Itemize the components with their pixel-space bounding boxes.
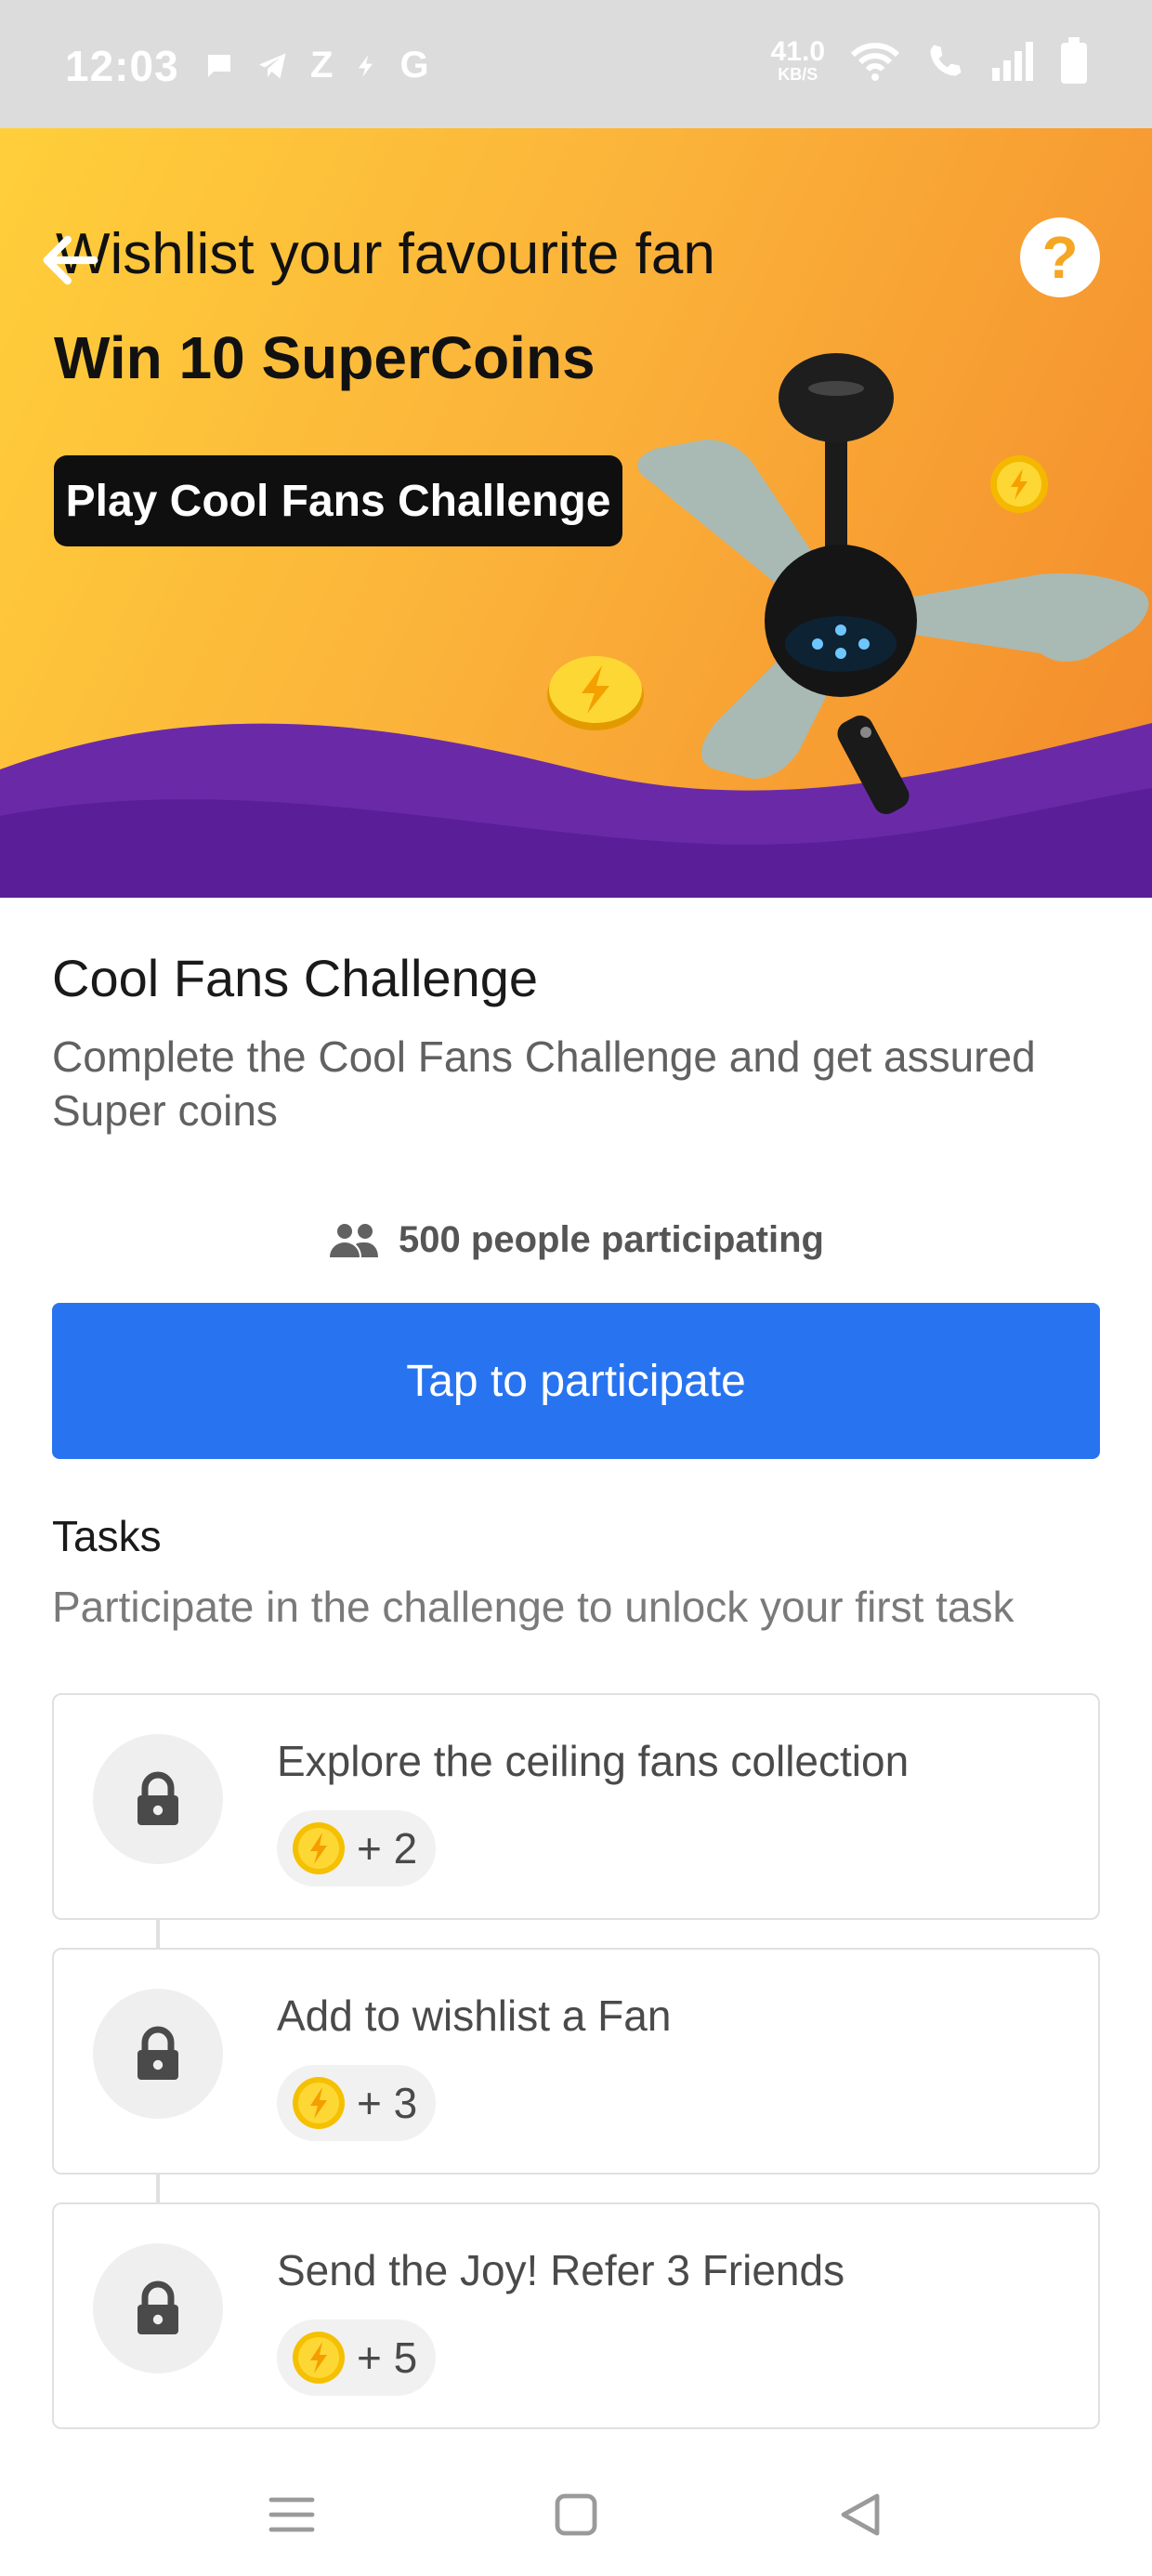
supercoin-icon <box>293 2077 345 2129</box>
ceiling-fan-illustration <box>637 353 1149 815</box>
status-indicators: 41.0 KB/S <box>771 37 1087 84</box>
banner-subheadline: Win 10 SuperCoins <box>54 324 596 391</box>
participants-count: 500 people participating <box>0 1219 1152 1261</box>
lock-badge <box>93 1734 223 1864</box>
task-title: Send the Joy! Refer 3 Friends <box>277 2246 845 2294</box>
battery-icon <box>1061 37 1087 84</box>
supercoin-decoration-large <box>547 656 644 730</box>
network-speed-unit: KB/S <box>778 65 818 84</box>
task-title: Add to wishlist a Fan <box>277 1991 672 2040</box>
status-app-icons: Z G <box>203 45 429 86</box>
help-button[interactable]: ? <box>1020 217 1100 297</box>
status-bar: 12:03 Z G 41.0 KB/S <box>0 0 1152 128</box>
back-arrow-icon <box>43 235 98 285</box>
challenge-title: Cool Fans Challenge <box>52 949 538 1007</box>
wifi-call-icon <box>930 45 962 76</box>
play-challenge-button[interactable]: Play Cool Fans Challenge <box>54 455 622 546</box>
help-icon: ? <box>1041 224 1079 291</box>
task-card-explore[interactable]: Explore the ceiling fans collection + 2 <box>52 1693 1100 1920</box>
signal-icon <box>992 42 1033 81</box>
telegram-icon <box>259 53 286 78</box>
wifi-icon <box>850 43 900 81</box>
lock-icon <box>137 2026 178 2080</box>
lock-icon <box>137 1771 178 1825</box>
reward-value: + 2 <box>357 1824 418 1873</box>
supercoin-icon <box>293 2332 345 2384</box>
participants-text: 500 people participating <box>399 1219 824 1260</box>
tasks-subheading: Participate in the challenge to unlock y… <box>52 1583 1015 1631</box>
chat-icon <box>208 54 230 77</box>
lock-badge <box>93 1989 223 2119</box>
participate-button[interactable]: Tap to participate <box>52 1303 1100 1459</box>
task-title: Explore the ceiling fans collection <box>277 1737 910 1785</box>
home-icon[interactable] <box>548 2487 604 2543</box>
status-time: 12:03 <box>65 42 179 90</box>
menu-icon[interactable] <box>264 2487 320 2543</box>
task-connector <box>156 2171 160 2202</box>
reward-badge: + 5 <box>277 2320 437 2396</box>
tasks-heading: Tasks <box>52 1512 162 1560</box>
back-button[interactable] <box>35 225 106 296</box>
reward-value: + 3 <box>357 2079 418 2127</box>
reward-badge: + 2 <box>277 1810 437 1886</box>
task-card-refer[interactable]: Send the Joy! Refer 3 Friends + 5 <box>52 2202 1100 2429</box>
challenge-banner: Wishlist your favourite fan Win 10 Super… <box>0 128 1152 898</box>
network-speed: 41.0 KB/S <box>770 36 825 84</box>
system-navigation-bar <box>0 2453 1152 2576</box>
back-triangle-icon[interactable] <box>832 2487 888 2543</box>
banner-headline: Wishlist your favourite fan <box>56 222 715 286</box>
g-app-icon: G <box>399 45 429 85</box>
supercoin-icon <box>293 1822 345 1874</box>
task-connector <box>156 1916 160 1948</box>
lock-icon <box>137 2280 178 2334</box>
reward-value: + 5 <box>357 2333 418 2382</box>
challenge-description: Complete the Cool Fans Challenge and get… <box>52 1032 1036 1135</box>
lock-badge <box>93 2243 223 2373</box>
supercoin-decoration <box>990 455 1048 513</box>
z-app-icon: Z <box>310 45 334 85</box>
network-speed-value: 41.0 <box>770 36 825 67</box>
people-icon <box>330 1223 379 1257</box>
flash-icon <box>359 54 373 77</box>
reward-badge: + 3 <box>277 2065 437 2141</box>
task-card-wishlist[interactable]: Add to wishlist a Fan + 3 <box>52 1948 1100 2175</box>
